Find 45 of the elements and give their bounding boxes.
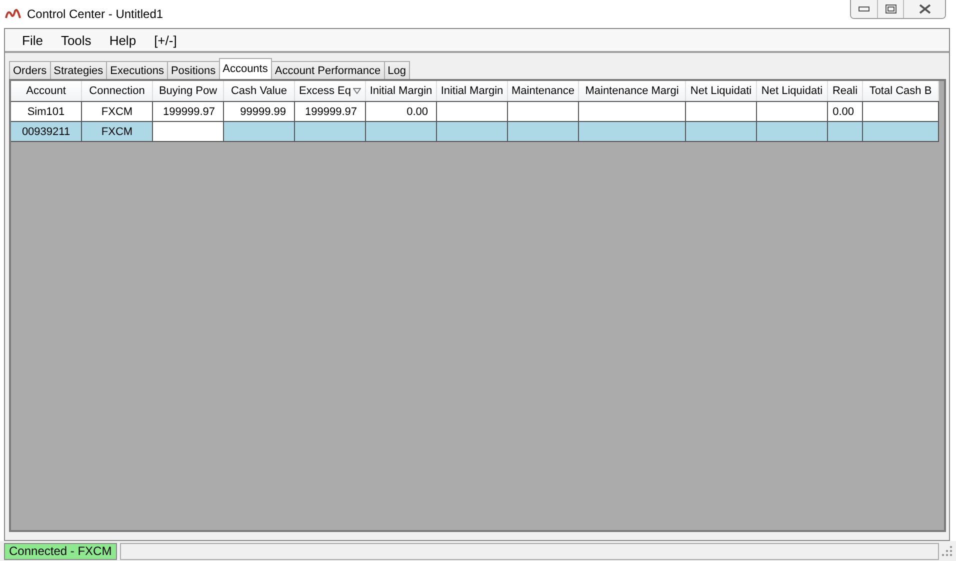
table-cell: 199999.97 <box>163 106 215 118</box>
column-header[interactable]: Reali <box>828 81 863 101</box>
minimize-icon <box>858 6 870 12</box>
column-header[interactable]: Account <box>11 81 82 101</box>
column-header[interactable]: Connection <box>82 81 153 101</box>
column-header[interactable]: Initial Margin <box>437 81 508 101</box>
menu-item[interactable]: Tools <box>52 32 100 48</box>
table-cell: Sim101 <box>27 106 65 118</box>
table-cell: 0.00 <box>832 106 854 118</box>
column-header[interactable]: Cash Value <box>224 81 295 101</box>
table-cell: FXCM <box>101 126 133 138</box>
tab[interactable]: Executions <box>106 61 168 79</box>
column-header[interactable]: Net Liquidati <box>757 81 828 101</box>
window-title: Control Center - Untitled1 <box>27 7 164 21</box>
tab[interactable]: Positions <box>166 61 220 79</box>
maximize-button[interactable] <box>877 0 903 18</box>
minimize-button[interactable] <box>851 0 877 18</box>
column-header[interactable]: Total Cash B <box>863 81 939 101</box>
table-cell: 199999.97 <box>305 106 357 118</box>
menu-item[interactable]: [+/-] <box>145 32 186 48</box>
app-logo-icon <box>5 8 21 20</box>
tab[interactable]: Strategies <box>50 61 108 79</box>
tab[interactable]: Accounts <box>218 58 272 79</box>
menu-item[interactable]: Help <box>100 32 146 48</box>
resize-grip-icon <box>942 546 952 556</box>
table-row[interactable]: Sim101 FXCM 199999.97 99999.99 199999.97 0.00 0.00 <box>11 101 939 121</box>
table-cell: 0.00 <box>406 106 428 118</box>
table-cell: 00939211 <box>22 126 70 138</box>
tab[interactable]: Log <box>384 61 410 79</box>
column-header[interactable]: Initial Margin <box>366 81 437 101</box>
column-header[interactable]: Maintenance <box>508 81 579 101</box>
connection-status: Connected - FXCM <box>4 542 117 560</box>
column-header[interactable]: Net Liquidati <box>686 81 757 101</box>
column-header[interactable]: Excess Eq <box>295 81 366 101</box>
column-header[interactable]: Buying Pow <box>153 81 224 101</box>
column-header[interactable]: Maintenance Margi <box>579 81 686 101</box>
tab[interactable]: Account Performance <box>270 61 385 79</box>
menu-item[interactable]: File <box>13 32 52 48</box>
tab[interactable]: Orders <box>9 61 51 79</box>
table-cell: FXCM <box>101 106 133 118</box>
restore-icon <box>884 4 896 14</box>
close-icon <box>918 4 930 14</box>
table-cell: 99999.99 <box>240 106 286 118</box>
table-row[interactable]: 00939211 FXCM <box>11 121 939 142</box>
close-button[interactable] <box>903 0 945 18</box>
